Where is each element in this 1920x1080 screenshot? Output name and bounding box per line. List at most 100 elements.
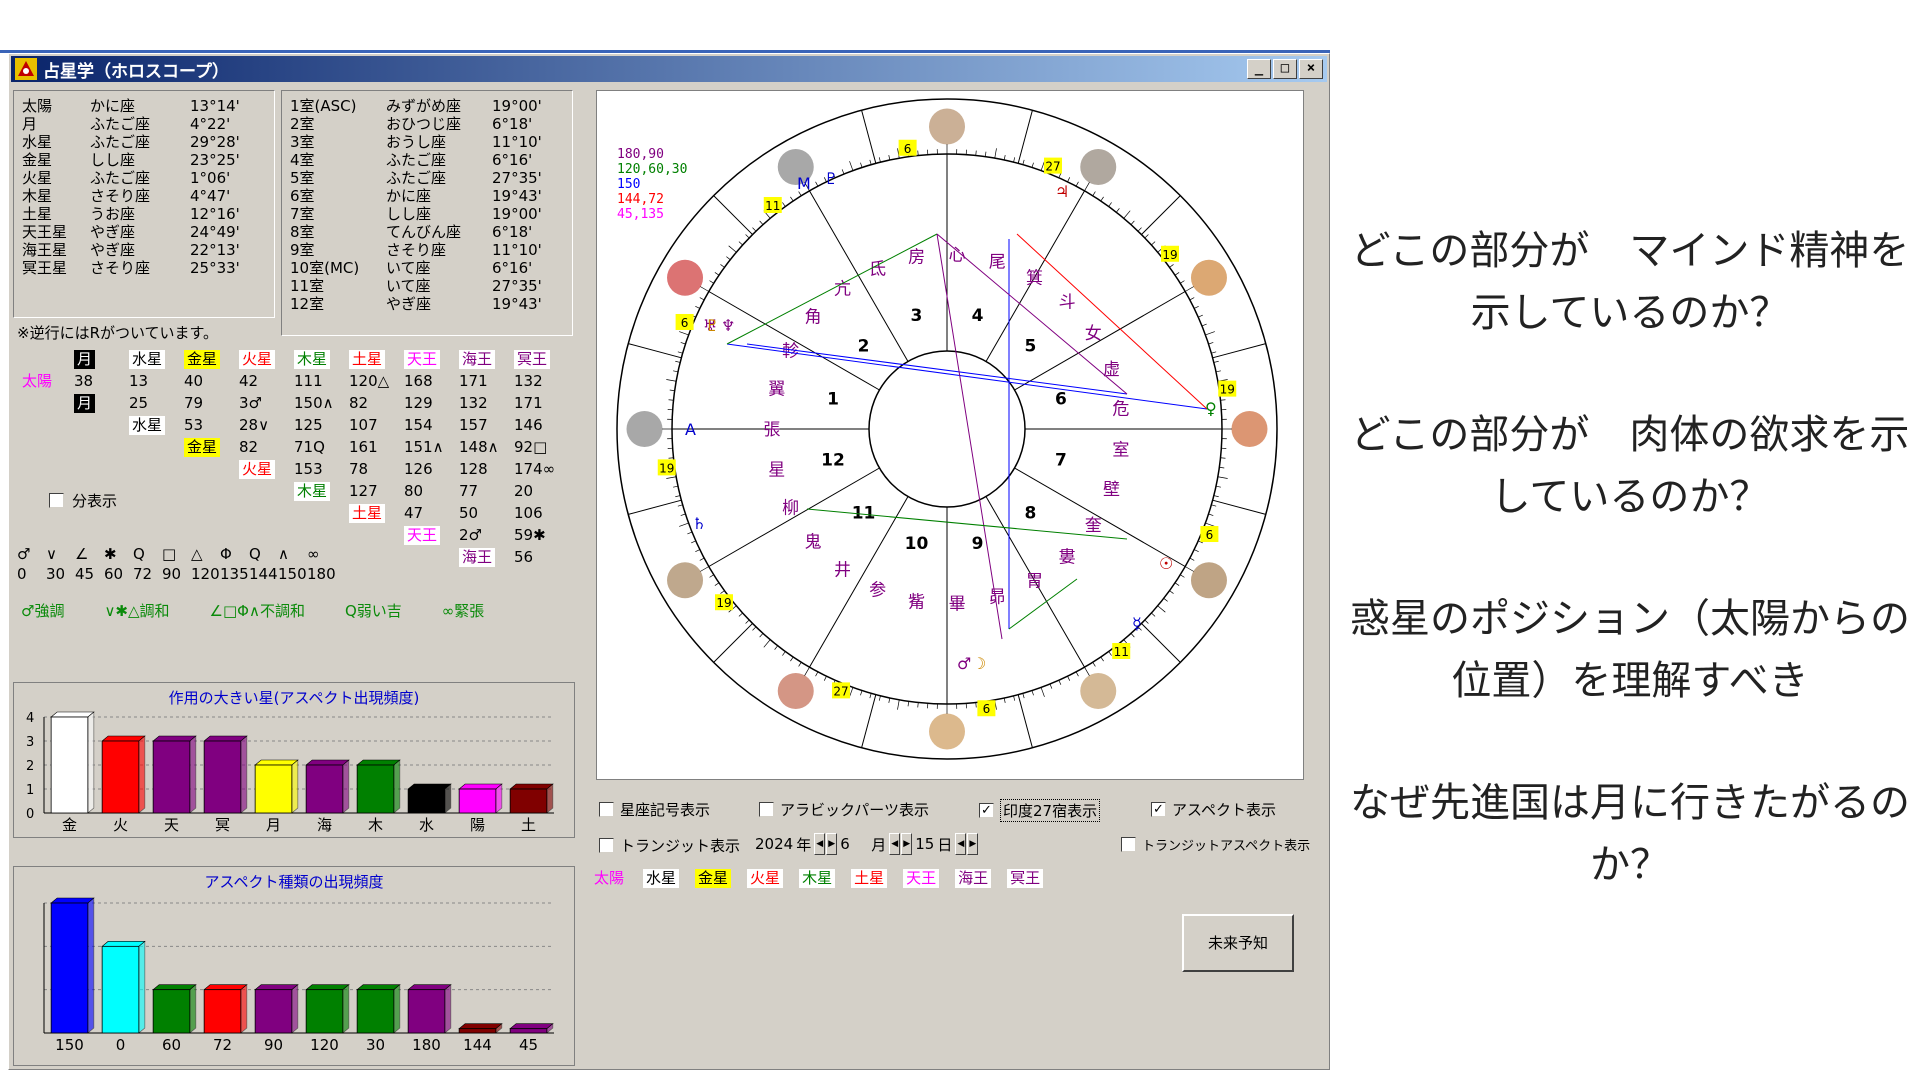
planet-filter-item[interactable]: 海王 [955,869,992,888]
aspect-grid-cell [237,504,292,524]
year-spinner[interactable]: ◀ ▶ [814,833,838,855]
aspect-grid-row: 水星 53 28∨ 125 107 154 157 146 [17,415,573,437]
mansion-label: 胃 [1026,572,1043,592]
planet-degree: 13°14' [190,97,240,115]
month-field[interactable]: 6 [840,835,868,853]
aspect-grid-cell: 129 [404,394,433,412]
planet-filter-item[interactable]: 冥王 [1007,869,1044,888]
sign-symbols-option[interactable]: 星座記号表示 [599,799,710,820]
aspect-grid-cell: 3♂ [239,394,262,412]
grid-header-cell: 海王 [457,350,512,370]
planet-filter-item[interactable]: 水星 [643,869,680,888]
x-tick-label: 海 [317,816,332,834]
arabic-parts-label: アラビックパーツ表示 [780,801,929,819]
minimize-button[interactable]: _ [1247,59,1271,79]
mansion-label: 亢 [834,280,851,300]
zodiac-emblem-icon [667,259,704,296]
aspect-grid-cell: 92□ [514,438,548,456]
planet-filter-item[interactable]: 火星 [747,869,784,888]
zodiac-emblem-icon [929,713,965,750]
planet-degree: 24°49' [190,223,240,241]
month-up-icon[interactable]: ▶ [901,833,913,855]
x-tick-label: 月 [266,816,281,834]
x-tick-label: 0 [116,1036,126,1054]
aspect-grid-cell: 47 [404,504,424,522]
aspect-grid-cell: 13 [129,372,149,390]
planet-tag: 冥王 [514,350,551,369]
bar-side [444,783,452,814]
planet-tag: 天王 [404,526,441,545]
day-up-icon[interactable]: ▶ [967,833,979,855]
bar-top [101,941,146,947]
aspect-grid-cell: 天王 [402,526,457,546]
cusp-degree-text: 19 [1220,383,1235,397]
aspect-grid-cell: 82 [349,394,369,412]
cusp-degree-text: 11 [765,199,780,213]
bar-side [291,984,299,1034]
house-name: 11室 [290,277,325,295]
aspect-grid-cell [127,460,182,480]
aspect-grid-cell: 128 [459,460,488,478]
mansions27-option[interactable]: ✓ 印度27宿表示 [979,799,1101,822]
x-tick-label: 60 [162,1036,181,1054]
aspect-grid-cell [182,526,237,546]
planet-tag: 土星 [349,504,386,523]
transit-aspect-option[interactable]: トランジットアスペクト表示 [1121,835,1310,854]
planet-filter-item[interactable]: 金星 [695,869,732,888]
year-down-icon[interactable]: ◀ [814,833,826,855]
zodiac-emblem-icon [1231,411,1268,447]
transit-option[interactable]: トランジット表示 [599,835,740,856]
split-display-checkbox[interactable] [49,493,64,508]
month-spinner[interactable]: ◀ ▶ [889,833,913,855]
planet-filter-item[interactable]: 天王 [903,869,940,888]
aspect-display-option[interactable]: ✓ アスペクト表示 [1151,799,1276,820]
zodiac-emblem-icon [1080,672,1117,709]
day-spinner[interactable]: ◀ ▶ [955,833,979,855]
planet-name: 金星 [22,151,53,169]
close-button[interactable]: × [1299,59,1323,79]
planet-row: 土星 うお座 12°16' [22,205,266,223]
arabic-parts-option[interactable]: アラビックパーツ表示 [759,799,929,820]
bar-side [444,984,452,1034]
year-up-icon[interactable]: ▶ [826,833,838,855]
aspect-display-checkbox[interactable]: ✓ [1151,802,1166,817]
planet-filter-item[interactable]: 太陽 [591,869,627,888]
future-prediction-button[interactable]: 未来予知 [1182,914,1294,972]
mansion-label: 觜 [908,592,925,612]
aspect-symbol: ∧ [278,545,289,563]
transit-label: トランジット表示 [620,837,741,855]
day-field[interactable]: 15 [915,835,934,853]
sign-symbols-checkbox[interactable] [599,802,614,817]
x-tick-label: 金 [62,816,77,834]
split-display-option[interactable]: 分表示 [49,490,117,511]
planet-filter-item[interactable]: 土星 [851,869,888,888]
mansions27-checkbox[interactable]: ✓ [979,803,994,818]
aspect-grid-cell [17,394,72,414]
aspect-grid-cell: 171 [459,372,488,390]
desktop-backdrop [0,0,1330,60]
transit-checkbox[interactable] [599,838,614,853]
house-degree: 6°16' [492,151,533,169]
planet-filter-item[interactable]: 木星 [799,869,836,888]
aspect-symbol: ♂ [17,545,31,563]
mansion-label: 参 [869,581,886,601]
year-field[interactable]: 2024 [755,835,793,853]
title-bar[interactable]: 占星学（ホロスコープ） _ □ × [11,56,1327,82]
month-down-icon[interactable]: ◀ [889,833,901,855]
aspect-symbol: Q [249,545,261,563]
aspect-degree: 135 [220,565,249,583]
bar [152,989,191,1034]
aspect-degree: 45 [75,565,95,583]
planet-tag: 太陽 [22,372,53,390]
day-down-icon[interactable]: ◀ [955,833,967,855]
aspect-grid-cell: 151∧ [404,438,444,456]
grid-header-cell: 冥王 [512,350,567,370]
bar-side [546,783,554,814]
transit-aspect-checkbox[interactable] [1121,837,1136,852]
aspect-grid-cell [17,460,72,480]
arabic-parts-checkbox[interactable] [759,802,774,817]
maximize-button[interactable]: □ [1273,59,1297,79]
planet-row: 海王星 やぎ座 22°13' [22,241,266,259]
planet-glyph: ☿ [1132,614,1142,633]
grid-header-cell: 木星 [292,350,347,370]
